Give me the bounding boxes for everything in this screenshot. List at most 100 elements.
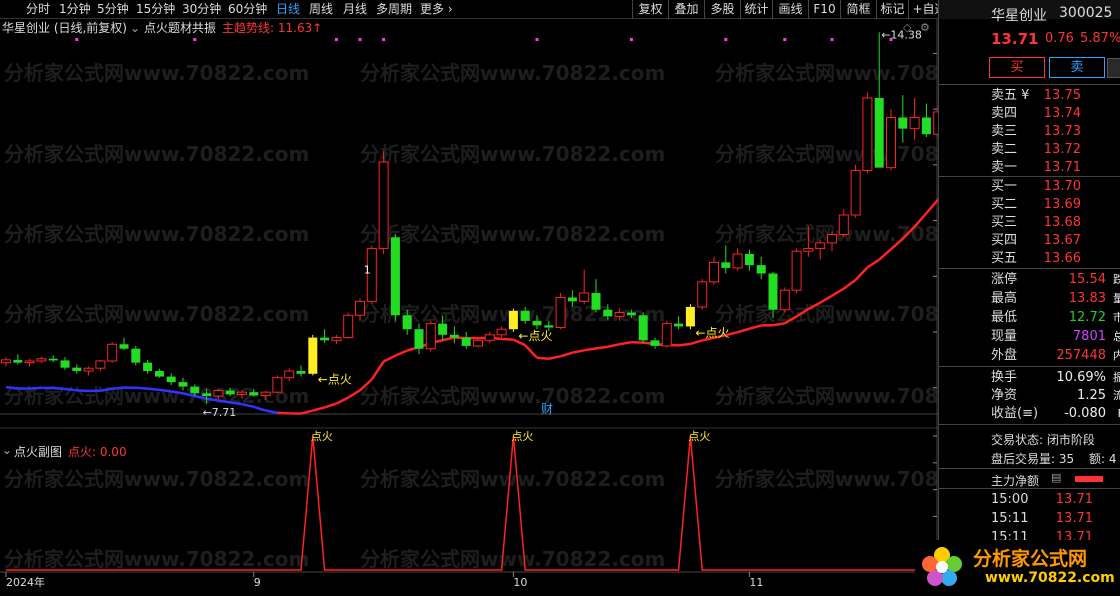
chevron-down-icon[interactable]: ⌄	[2, 443, 12, 457]
candle[interactable]	[331, 334, 342, 345]
candle[interactable]	[284, 368, 295, 382]
candle[interactable]	[756, 256, 766, 280]
candle-body	[508, 310, 518, 330]
candle[interactable]	[390, 234, 400, 321]
candle[interactable]	[343, 312, 354, 339]
stat-label: 外盘	[991, 348, 1018, 363]
candle[interactable]	[202, 388, 212, 404]
candle[interactable]	[661, 320, 672, 348]
candle[interactable]	[803, 226, 814, 257]
candle[interactable]	[355, 298, 365, 321]
candle[interactable]	[850, 164, 861, 218]
bid-row[interactable]: 买四 13.67	[939, 231, 1120, 250]
candle[interactable]	[60, 357, 70, 370]
ask-row[interactable]: 卖四 13.74	[939, 104, 1120, 123]
candle[interactable]	[461, 332, 471, 349]
candle[interactable]	[237, 389, 247, 399]
candle[interactable]	[496, 326, 507, 338]
candle[interactable]	[296, 365, 306, 377]
candle[interactable]	[260, 391, 271, 400]
candle[interactable]	[95, 359, 106, 371]
candle[interactable]	[638, 312, 648, 344]
candle-body	[827, 234, 837, 244]
candle[interactable]	[555, 293, 566, 330]
ask-row[interactable]: 卖二 13.72	[939, 140, 1120, 159]
candle[interactable]	[603, 304, 613, 320]
candle[interactable]	[921, 103, 931, 137]
candle[interactable]	[449, 326, 459, 344]
candle[interactable]	[402, 309, 412, 335]
candle[interactable]	[520, 306, 530, 324]
candle[interactable]	[697, 279, 708, 310]
candle[interactable]	[249, 388, 259, 397]
candle[interactable]	[378, 150, 389, 254]
candle[interactable]	[827, 231, 837, 252]
bid-row[interactable]: 买五 13.66	[939, 249, 1120, 268]
candle[interactable]	[898, 95, 908, 143]
bid-row[interactable]: 买二 13.69	[939, 195, 1120, 214]
stat-extra: 内	[1113, 349, 1120, 362]
bid-row[interactable]: 买一 13.70	[939, 177, 1120, 196]
candlestick-chart[interactable]: 14.0013.0012.0011.0010.009.008.00 ←点火←点火…	[0, 0, 938, 596]
candle[interactable]	[744, 249, 754, 271]
candle[interactable]	[909, 98, 920, 140]
subchart-title[interactable]: 点火副图	[14, 443, 62, 460]
candle[interactable]	[166, 373, 176, 385]
candle[interactable]	[874, 32, 884, 168]
candle[interactable]	[131, 345, 141, 366]
candle[interactable]	[508, 308, 518, 332]
candle[interactable]	[308, 334, 318, 376]
candle[interactable]	[438, 315, 448, 341]
x-tick-label: 10	[513, 576, 527, 589]
candle[interactable]	[591, 279, 601, 313]
bid-row[interactable]: 买三 13.68	[939, 213, 1120, 232]
candle[interactable]	[838, 209, 849, 238]
candle[interactable]	[815, 240, 826, 260]
candle[interactable]	[674, 316, 684, 330]
candle[interactable]	[36, 356, 47, 364]
candle[interactable]	[320, 329, 330, 344]
sell-button[interactable]: 卖	[1049, 57, 1105, 78]
ask-row[interactable]: 卖一 13.71	[939, 158, 1120, 177]
ask-row[interactable]: 卖五 ¥ 13.75	[939, 86, 1120, 105]
candle[interactable]	[579, 269, 590, 305]
candle[interactable]	[685, 304, 695, 330]
expand-icon[interactable]	[1107, 58, 1120, 78]
candle[interactable]	[83, 366, 94, 376]
candle[interactable]	[225, 387, 235, 397]
candle[interactable]	[614, 308, 625, 321]
candle[interactable]	[272, 375, 283, 394]
candle[interactable]	[213, 388, 224, 399]
candle[interactable]	[886, 109, 896, 171]
candle[interactable]	[484, 332, 495, 344]
candle[interactable]	[143, 359, 153, 374]
candle[interactable]	[13, 354, 23, 365]
candle[interactable]	[24, 358, 35, 367]
candle[interactable]	[48, 355, 58, 363]
candle[interactable]	[178, 377, 188, 391]
candle[interactable]	[862, 92, 873, 174]
candle[interactable]	[1, 357, 11, 367]
candle[interactable]	[768, 271, 778, 319]
candle[interactable]	[721, 245, 731, 274]
candle[interactable]	[532, 315, 542, 330]
candle[interactable]	[119, 337, 129, 350]
candle[interactable]	[567, 290, 577, 307]
candle[interactable]	[791, 248, 802, 293]
finance-marker[interactable]: 财	[541, 400, 553, 417]
list-icon[interactable]: ▤	[1051, 471, 1061, 484]
candle[interactable]	[709, 256, 719, 285]
buy-button[interactable]: 买	[989, 57, 1045, 78]
candle[interactable]	[732, 248, 743, 271]
ask-row[interactable]: 卖三 13.73	[939, 122, 1120, 141]
candle-body	[13, 359, 23, 363]
candle[interactable]	[626, 309, 636, 319]
candle[interactable]	[72, 364, 82, 374]
candle[interactable]	[154, 368, 164, 378]
net-flow-label[interactable]: 主力净额	[991, 472, 1039, 489]
candle[interactable]	[414, 323, 424, 355]
candle[interactable]	[650, 337, 660, 349]
candle[interactable]	[107, 342, 118, 363]
candle[interactable]	[779, 287, 790, 313]
candle[interactable]	[425, 320, 436, 352]
